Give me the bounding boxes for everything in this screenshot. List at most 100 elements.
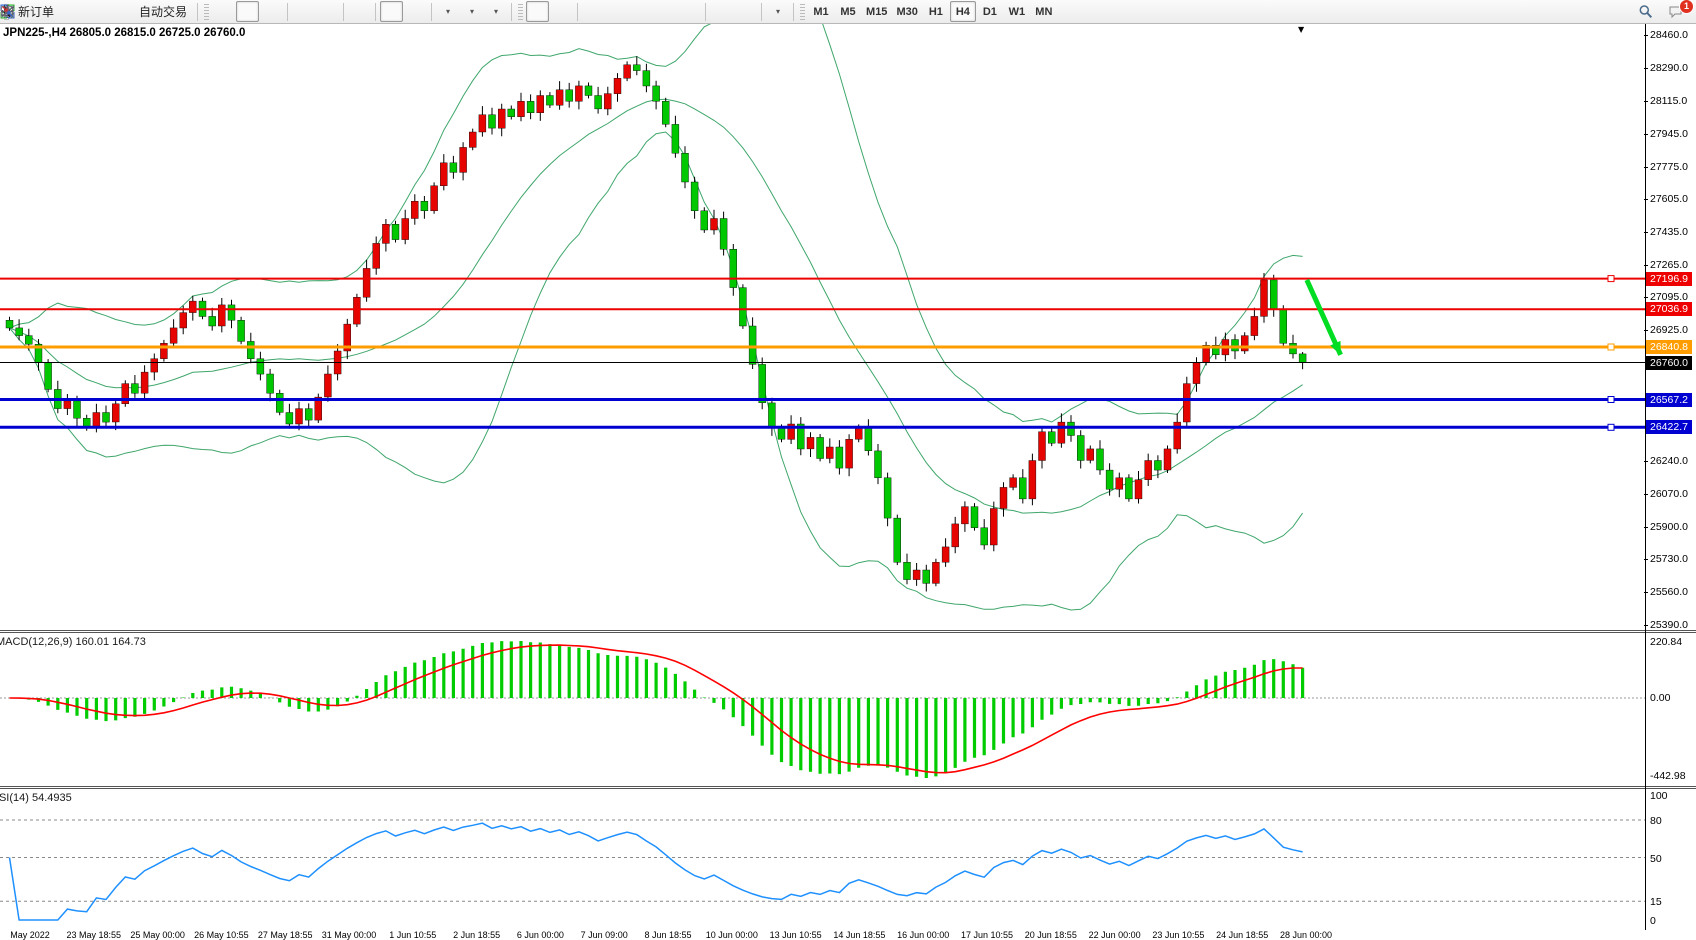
candle-body: [1029, 461, 1036, 499]
candle-body: [981, 528, 988, 545]
timeframe-button-MN[interactable]: MN: [1031, 1, 1057, 22]
auto-trading-button[interactable]: 自动交易: [133, 1, 193, 22]
price-tick: 27605.0: [1650, 193, 1688, 205]
candle-body: [633, 65, 640, 71]
candle-body: [498, 109, 505, 128]
candle-body: [286, 413, 293, 425]
periods-button[interactable]: ▾: [460, 1, 483, 22]
timeframe-button-M1[interactable]: M1: [808, 1, 834, 22]
hline-handle[interactable]: [1608, 276, 1614, 282]
zoom-out-button[interactable]: [316, 1, 339, 22]
dropdown-arrow-icon: ▾: [776, 7, 780, 16]
candle-body: [257, 359, 264, 374]
indicators-button[interactable]: ▾: [436, 1, 459, 22]
search-button[interactable]: [1638, 1, 1661, 22]
candle-body: [1270, 280, 1277, 309]
candle-body: [904, 562, 911, 579]
chart-shift-button[interactable]: [404, 1, 427, 22]
hline-handle[interactable]: [1608, 424, 1614, 430]
candle-body: [25, 336, 32, 345]
macd-panel-canvas[interactable]: [0, 633, 1645, 786]
equidistant-channel-button[interactable]: E: [654, 1, 677, 22]
price-tick: 25560.0: [1650, 586, 1688, 598]
candle-body: [131, 384, 138, 394]
templates-button[interactable]: ▾: [484, 1, 507, 22]
price-tick: 27435.0: [1650, 226, 1688, 238]
candle-body: [932, 562, 939, 583]
text-label-button[interactable]: T: [734, 1, 757, 22]
bar-chart-button[interactable]: [212, 1, 235, 22]
candle-body: [768, 403, 775, 428]
arrows-button[interactable]: ▾: [766, 1, 789, 22]
candle-body: [6, 320, 13, 328]
rsi-axis-label: 0: [1650, 915, 1656, 927]
candle-body: [730, 249, 737, 287]
candle-body: [720, 219, 727, 250]
macd-axis-max: 220.84: [1650, 636, 1682, 648]
rsi-panel-canvas[interactable]: [0, 789, 1645, 930]
timeframe-button-H4[interactable]: H4: [950, 1, 976, 22]
line-chart-button[interactable]: [260, 1, 283, 22]
search-icon: [1638, 4, 1653, 19]
timeframe-button-M15[interactable]: M15: [862, 1, 891, 22]
auto-scroll-button[interactable]: [380, 1, 403, 22]
candle-body: [64, 401, 71, 409]
cursor-button[interactable]: [526, 1, 549, 22]
rsi-axis-label: 50: [1650, 853, 1662, 865]
timeframe-button-M5[interactable]: M5: [835, 1, 861, 22]
text-button[interactable]: A: [710, 1, 733, 22]
time-axis-label: 26 May 10:55: [194, 930, 249, 940]
new-order-button[interactable]: 新订单: [12, 1, 60, 22]
toolbar-grip[interactable]: [800, 4, 805, 20]
candle-body: [411, 201, 418, 218]
timeframe-button-D1[interactable]: D1: [977, 1, 1003, 22]
candle-body: [518, 101, 525, 116]
chart-profile-button[interactable]: [61, 1, 84, 22]
candle-body: [218, 305, 225, 326]
timeframe-button-W1[interactable]: W1: [1004, 1, 1030, 22]
main-chart-canvas[interactable]: [0, 24, 1645, 630]
candle-body: [1077, 436, 1084, 461]
hline-handle[interactable]: [1608, 397, 1614, 403]
timeframe-button-H1[interactable]: H1: [923, 1, 949, 22]
candle-body: [1019, 478, 1026, 499]
time-axis-label: 2 Jun 18:55: [453, 930, 500, 940]
toolbar-grip[interactable]: [204, 4, 209, 20]
rsi-axis-label: 80: [1650, 815, 1662, 827]
candle-body: [855, 428, 862, 440]
candle-body: [508, 109, 515, 117]
fibonacci-button[interactable]: F: [678, 1, 701, 22]
market-watch-button[interactable]: [85, 1, 108, 22]
horizontal-line-button[interactable]: [606, 1, 629, 22]
time-axis[interactable]: May 202223 May 18:5525 May 00:0026 May 1…: [0, 930, 1645, 940]
tile-windows-button[interactable]: [348, 1, 371, 22]
crosshair-button[interactable]: [550, 1, 573, 22]
price-chip-26840.8: 26840.8: [1646, 340, 1692, 354]
candle-body: [884, 478, 891, 518]
candle-body: [1116, 478, 1123, 490]
candle-body: [624, 65, 631, 78]
toolbar-grip[interactable]: [518, 4, 523, 20]
candle-body: [296, 409, 303, 424]
toolbar: 新订单 自动交易 ▾ ▾: [0, 0, 1696, 24]
vertical-line-button[interactable]: [582, 1, 605, 22]
price-tick: 28460.0: [1650, 29, 1688, 41]
zoom-in-button[interactable]: [292, 1, 315, 22]
candlestick-chart-button[interactable]: [236, 1, 259, 22]
trendline-button[interactable]: [630, 1, 653, 22]
price-tick: 26240.0: [1650, 455, 1688, 467]
chart-shift-marker-icon: ▼: [1298, 25, 1304, 34]
price-chip-26760.0: 26760.0: [1646, 356, 1692, 370]
hline-handle[interactable]: [1608, 344, 1614, 350]
candle-body: [1241, 336, 1248, 351]
notifications-button[interactable]: 1: [1667, 1, 1690, 22]
candle-body: [1135, 480, 1142, 499]
signal-button[interactable]: [109, 1, 132, 22]
candle-body: [556, 90, 563, 105]
time-axis-label: May 2022: [10, 930, 50, 940]
time-axis-label: 25 May 00:00: [130, 930, 185, 940]
timeframe-button-M30[interactable]: M30: [892, 1, 921, 22]
candle-body: [373, 243, 380, 268]
candle-body: [170, 328, 177, 343]
candle-body: [1232, 340, 1239, 352]
